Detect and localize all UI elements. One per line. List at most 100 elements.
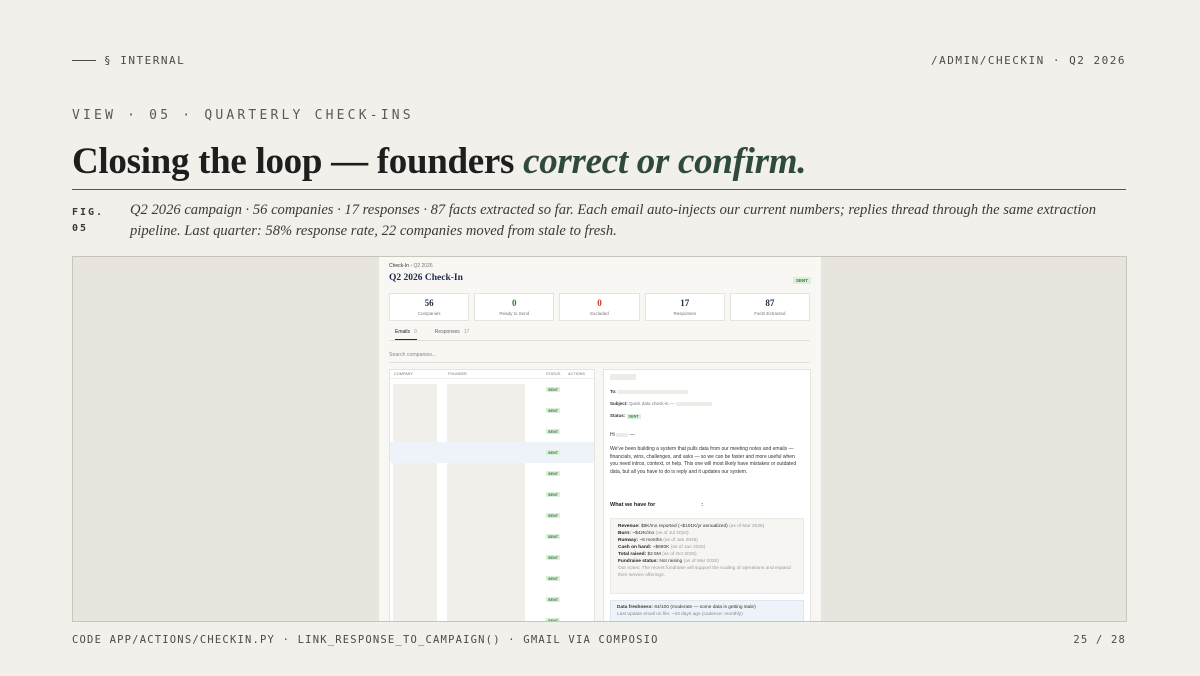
table-row[interactable]: SENT	[390, 400, 594, 421]
fact-line: Cash on hand: ~$680K (as of Jan 2025)	[618, 544, 796, 551]
col-status[interactable]: STATUS	[546, 372, 560, 376]
status-label: Status:	[610, 413, 626, 418]
page-number: 25 / 28	[1073, 634, 1126, 646]
table-row[interactable]: SENT	[390, 379, 594, 400]
page-title: Closing the loop — founders correct or c…	[72, 140, 806, 183]
row-status-badge: SENT	[546, 387, 561, 392]
fact-line: Fundraise status: Not raising (as of Mar…	[618, 558, 796, 565]
fact-asof: (as of Jan 2025)	[663, 538, 698, 543]
section-rule	[72, 60, 96, 61]
table-row[interactable]: SENT	[390, 547, 594, 568]
breadcrumb: Check-In › Q2 2026	[389, 263, 433, 269]
stat-label: Excluded	[590, 311, 609, 316]
fact-asof: (as of Jul 2024)	[655, 531, 689, 536]
stat-card: 56 Companies	[389, 293, 470, 321]
fact-label: Fundraise status:	[618, 559, 658, 564]
col-founder[interactable]: FOUNDER	[448, 372, 467, 376]
fact-asof: (as of Mar 2026)	[729, 524, 765, 529]
greeting-dash: —	[629, 432, 635, 438]
detail-header-placeholder	[610, 374, 636, 380]
greeting: Hi —	[610, 432, 635, 438]
table-row[interactable]: SENT	[390, 610, 594, 622]
route-label: /ADMIN/CHECKIN · Q2 2026	[931, 54, 1126, 67]
facts-section-title: What we have for:	[610, 502, 703, 508]
facts-list: Revenue: $8K/mo reported (~$101K/yr annu…	[618, 523, 796, 565]
title-divider	[72, 189, 1126, 190]
fact-label: Burn:	[618, 531, 631, 536]
checkin-title: Q2 2026 Check-In	[389, 273, 463, 283]
greeting-word: Hi	[610, 432, 615, 438]
search-input[interactable]: Search companies...	[389, 349, 810, 363]
to-row: To:	[610, 389, 688, 394]
tab-emails-label: Emails	[395, 329, 411, 335]
stat-value: 56	[424, 298, 434, 308]
fact-value: ~8 months	[639, 538, 662, 543]
embedded-screenshot: Check-In › Q2 2026 Q2 2026 Check-In SENT…	[379, 257, 821, 622]
facts-section-title-text: What we have for	[610, 502, 656, 508]
fact-line: Revenue: $8K/mo reported (~$101K/yr annu…	[618, 523, 796, 530]
top-bar: § INTERNAL /ADMIN/CHECKIN · Q2 2026	[72, 54, 1126, 67]
table-row[interactable]: SENT	[390, 463, 594, 484]
tab-emails[interactable]: Emails 0	[395, 329, 417, 340]
fact-line: Total raised: $2.5M (as of Oct 2025)	[618, 551, 796, 558]
status-row: Status: SENT	[610, 413, 641, 419]
figure-label-line1: FIG.	[72, 207, 105, 218]
fact-value: $8K/mo reported (~$101K/yr annualized)	[640, 524, 728, 529]
fact-label: Total raised:	[618, 552, 647, 557]
table-row[interactable]: SENT	[390, 421, 594, 442]
fact-asof: (as of Mar 2026)	[683, 559, 719, 564]
col-company[interactable]: COMPANY	[394, 372, 413, 376]
stat-card: 0 Ready to Send	[474, 293, 555, 321]
row-status-badge: SENT	[546, 513, 561, 518]
email-body: We've been building a system that pulls …	[610, 446, 797, 475]
tab-responses-count: 17	[463, 329, 470, 335]
subject-row: Subject: Quick data check-in —	[610, 401, 712, 406]
fact-value: Not raising	[659, 559, 683, 564]
last-update: Last update email on file: ~43 days ago …	[617, 612, 743, 617]
subject-label: Subject:	[610, 401, 628, 406]
breadcrumb-root[interactable]: Check-In	[389, 263, 409, 269]
tab-bar: Emails 0 Responses 17	[389, 329, 810, 341]
table-header: COMPANY FOUNDER STATUS ACTIONS	[390, 370, 594, 379]
status-badge: SENT	[792, 277, 811, 284]
fact-asof: (as of Oct 2025)	[662, 552, 697, 557]
breadcrumb-leaf: Q2 2026	[413, 263, 433, 269]
to-label: To:	[610, 389, 617, 394]
row-status-badge: SENT	[546, 597, 561, 602]
stat-label: Ready to Send	[499, 311, 530, 316]
table-row[interactable]: SENT	[390, 505, 594, 526]
facts-box: Revenue: $8K/mo reported (~$101K/yr annu…	[610, 518, 804, 594]
table-row[interactable]: SENT	[390, 484, 594, 505]
row-status-badge: SENT	[546, 618, 561, 622]
table-row[interactable]: SENT	[390, 442, 594, 463]
view-label: VIEW · 05 · QUARTERLY CHECK-INS	[72, 108, 414, 123]
facts-notes: Our notes: The recent fundraise will sup…	[618, 566, 791, 578]
fact-label: Runway:	[618, 538, 638, 543]
fact-value: $2.5M	[647, 552, 661, 557]
table-row[interactable]: SENT	[390, 526, 594, 547]
status-value: SENT	[626, 413, 641, 419]
data-freshness-box: Data freshness: 64/100 (moderate — some …	[610, 600, 804, 621]
stat-card: 87 Facts Extracted	[729, 293, 811, 321]
code-reference: CODE APP/ACTIONS/CHECKIN.PY · LINK_RESPO…	[72, 634, 659, 646]
table-row[interactable]: SENT	[390, 568, 594, 589]
footer: CODE APP/ACTIONS/CHECKIN.PY · LINK_RESPO…	[72, 634, 1126, 646]
row-status-badge: SENT	[546, 450, 561, 455]
stat-value: 87	[765, 298, 775, 308]
stats-row: 56 Companies 0 Ready to Send 0 Excluded 17 Resp…	[389, 293, 811, 321]
figure-label-line2: 05	[72, 223, 89, 234]
fact-line: Burn: ~$42K/mo (as of Jul 2024)	[618, 530, 796, 537]
title-emphasis: correct or confirm.	[523, 141, 807, 182]
stat-label: Companies	[417, 311, 441, 316]
fact-asof: (as of Jan 2025)	[670, 545, 706, 550]
stat-label: Responses	[673, 311, 696, 316]
col-actions[interactable]: ACTIONS	[568, 372, 585, 376]
tab-responses[interactable]: Responses 17	[435, 329, 470, 340]
fact-value: ~$680K	[652, 545, 670, 550]
row-status-badge: SENT	[546, 576, 561, 581]
figure-caption: Q2 2026 campaign · 56 companies · 17 res…	[130, 202, 1097, 239]
row-status-badge: SENT	[546, 429, 561, 434]
stat-value: 17	[680, 298, 690, 308]
title-main: Closing the loop — founders	[72, 141, 524, 182]
table-row[interactable]: SENT	[390, 589, 594, 610]
